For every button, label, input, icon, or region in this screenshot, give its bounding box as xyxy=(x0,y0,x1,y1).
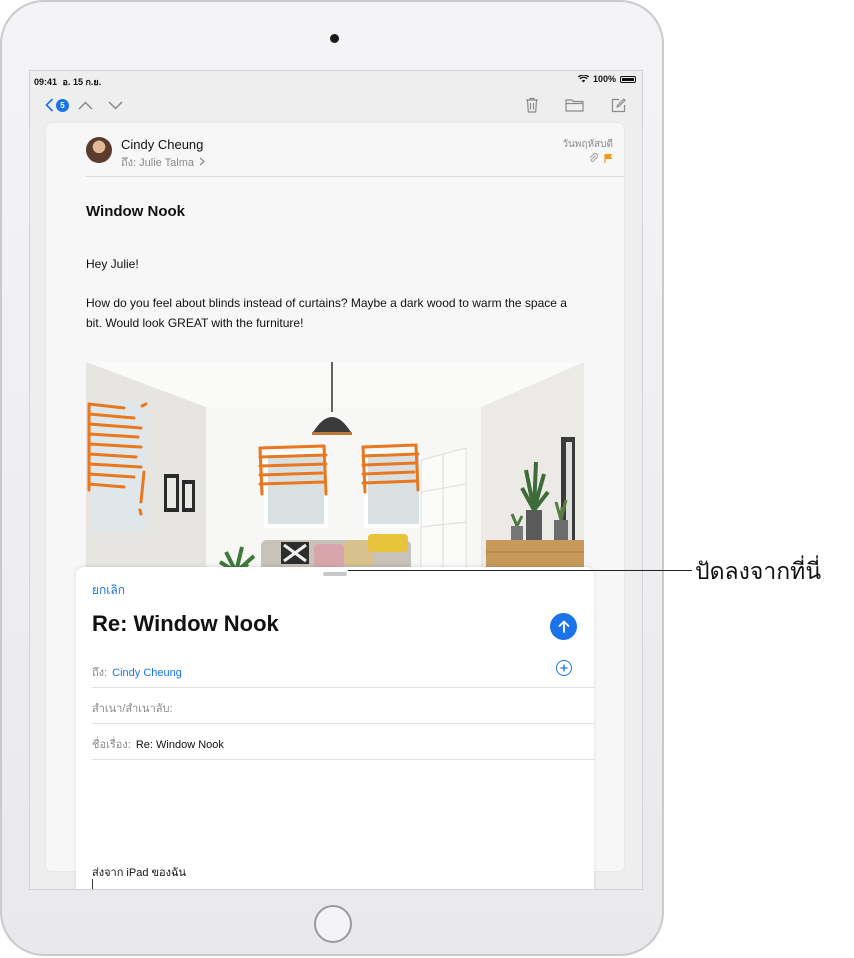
cc-bcc-field[interactable]: สำเนา/สำเนาลับ: xyxy=(92,687,594,724)
cancel-button[interactable]: ยกเลิก xyxy=(92,581,125,600)
ipad-frame: 09:41 อ. 15 ก.ย. 100% 5 Cindy Cheung ถึง… xyxy=(0,0,664,956)
wifi-icon xyxy=(577,75,589,83)
text-cursor xyxy=(92,879,93,889)
chevron-up-icon xyxy=(77,100,93,110)
to-field-recipient[interactable]: Cindy Cheung xyxy=(112,667,182,679)
battery-icon xyxy=(620,75,636,83)
mail-toolbar: 5 xyxy=(30,93,642,119)
status-bar: 09:41 อ. 15 ก.ย. 100% xyxy=(30,71,642,89)
battery-percent: 100% xyxy=(592,74,616,84)
header-divider xyxy=(86,176,624,177)
previous-message-button[interactable] xyxy=(76,93,94,117)
move-folder-button[interactable] xyxy=(563,93,585,117)
sender-avatar xyxy=(86,137,112,163)
camera-dot xyxy=(330,34,339,43)
next-message-button[interactable] xyxy=(106,93,124,117)
room-photo-with-markup xyxy=(86,362,584,572)
subject-field-value[interactable]: Re: Window Nook xyxy=(136,739,224,751)
to-field-label: ถึง: xyxy=(92,667,108,679)
email-date: วันพฤหัสบดี xyxy=(562,139,613,150)
status-date: อ. 15 ก.ย. xyxy=(62,77,102,87)
chevron-left-icon xyxy=(45,98,54,112)
sheet-grabber-handle[interactable] xyxy=(323,572,347,576)
sender-name[interactable]: Cindy Cheung xyxy=(121,137,203,152)
plus-icon xyxy=(560,664,568,672)
email-greeting: Hey Julie! xyxy=(86,257,139,271)
subject-field[interactable]: ชื่อเรื่อง: Re: Window Nook xyxy=(92,723,594,760)
subject-field-label: ชื่อเรื่อง: xyxy=(92,739,131,751)
chevron-right-icon xyxy=(199,157,205,166)
flag-icon xyxy=(604,154,613,163)
back-button[interactable]: 5 xyxy=(42,93,72,117)
chevron-down-icon xyxy=(107,100,123,110)
signature-text[interactable]: ส่งจาก iPad ของฉัน xyxy=(92,863,186,881)
status-time: 09:41 xyxy=(34,77,58,87)
compose-title: Re: Window Nook xyxy=(92,611,279,636)
trash-button[interactable] xyxy=(522,93,542,117)
home-button[interactable] xyxy=(314,905,352,943)
folder-icon xyxy=(564,99,584,112)
add-recipient-button[interactable] xyxy=(556,660,572,676)
compose-icon xyxy=(611,97,626,112)
reply-compose-sheet: ยกเลิก Re: Window Nook ถึง: Cindy Cheung… xyxy=(76,567,594,889)
screen: 09:41 อ. 15 ก.ย. 100% 5 Cindy Cheung ถึง… xyxy=(29,70,643,890)
cc-bcc-label: สำเนา/สำเนาลับ: xyxy=(92,703,173,715)
paperclip-icon xyxy=(589,153,598,163)
recipient-line[interactable]: ถึง: Julie Talma xyxy=(121,153,205,171)
send-button[interactable] xyxy=(550,613,577,640)
email-subject: Window Nook xyxy=(86,203,186,220)
unread-badge: 5 xyxy=(56,98,69,112)
arrow-up-icon xyxy=(558,620,569,633)
callout-line xyxy=(348,570,692,571)
compose-button[interactable] xyxy=(608,93,628,117)
email-body: How do you feel about blinds instead of … xyxy=(86,296,567,330)
trash-icon xyxy=(526,97,538,113)
recipient-name: Julie Talma xyxy=(139,157,194,169)
to-field[interactable]: ถึง: Cindy Cheung xyxy=(92,651,594,688)
to-label: ถึง: xyxy=(121,157,137,169)
callout-label: ปัดลงจากที่นี่ xyxy=(695,558,822,584)
attached-room-photo[interactable] xyxy=(86,362,584,572)
